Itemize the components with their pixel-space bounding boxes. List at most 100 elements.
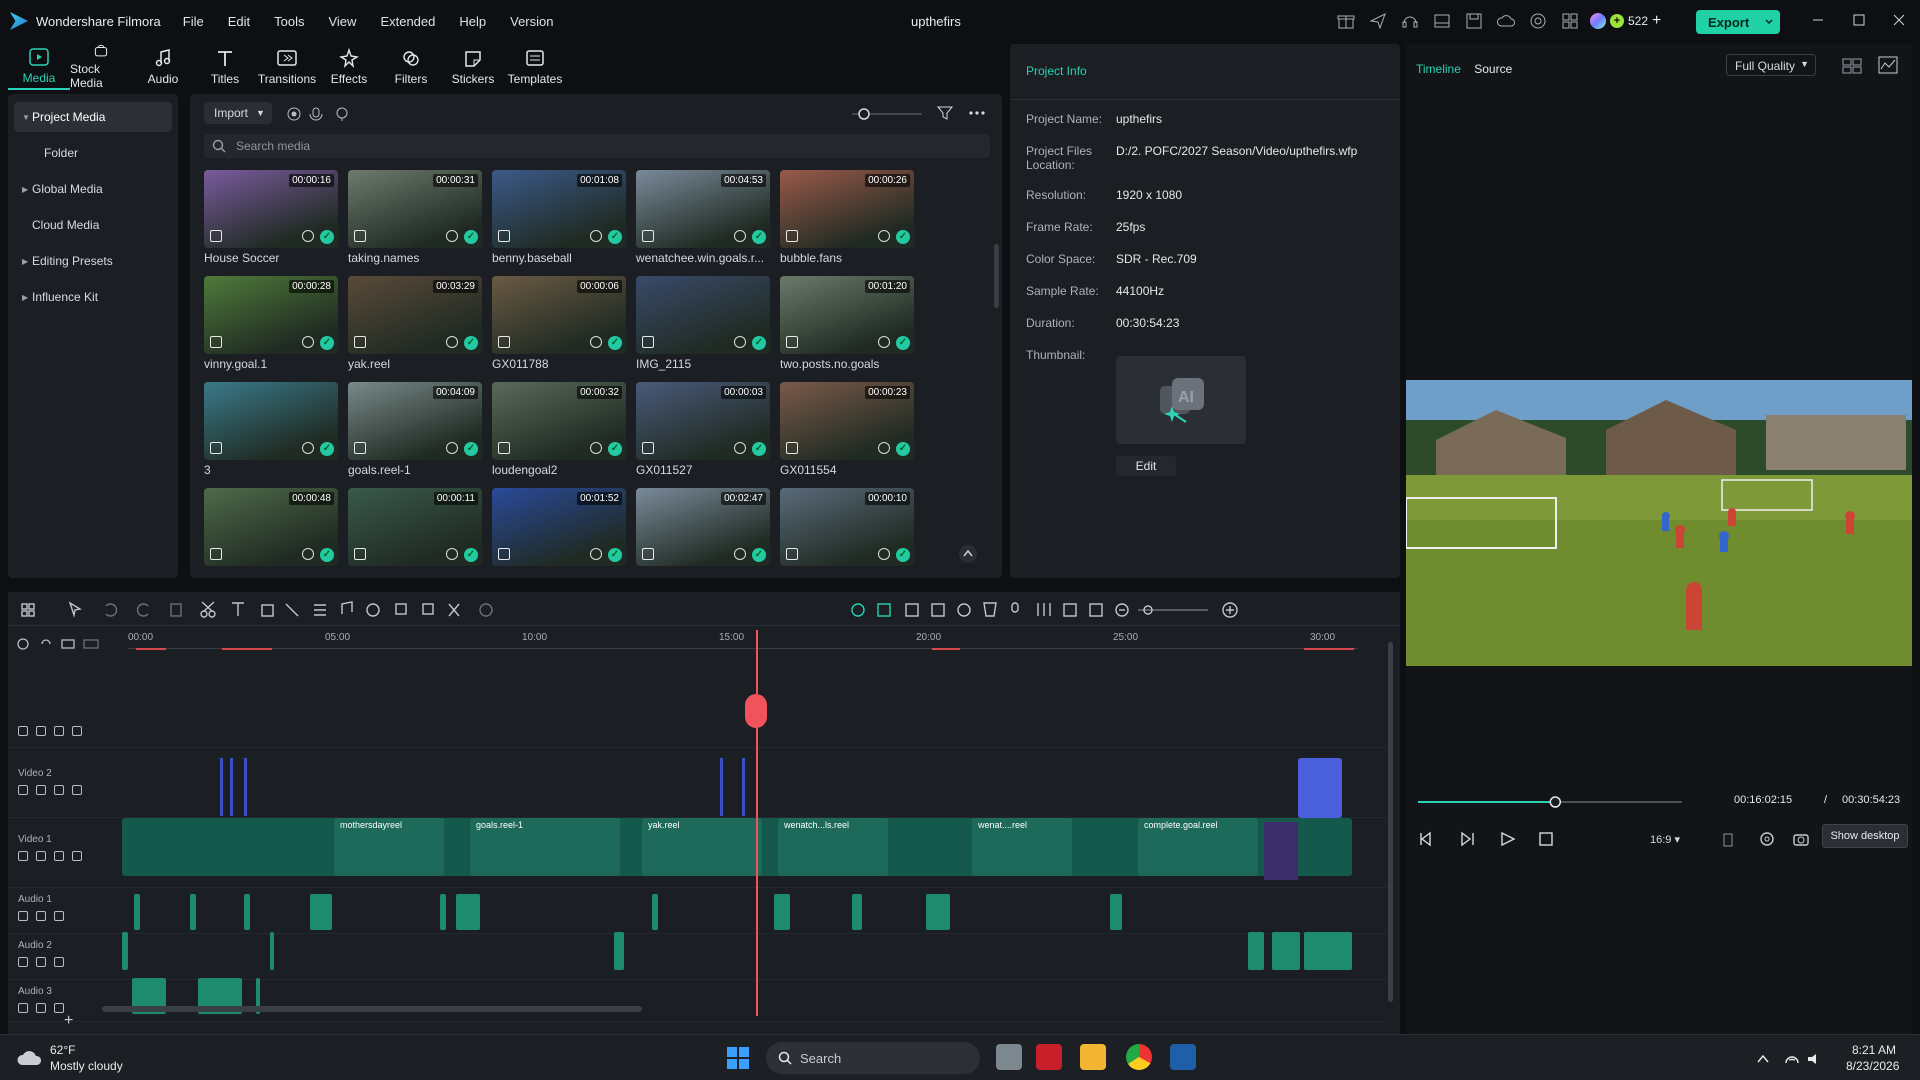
thumbnail-image[interactable]: 00:00:26 ✓ — [780, 170, 914, 248]
thumbnail-image[interactable]: 00:01:52 ✓ — [492, 488, 626, 566]
tab-source[interactable]: Source — [1474, 62, 1512, 76]
menu-tools[interactable]: Tools — [274, 14, 304, 29]
gift-icon[interactable] — [1336, 11, 1356, 31]
media-thumbnail[interactable]: 00:00:23 ✓ GX011554 — [780, 382, 914, 482]
media-thumbnail[interactable]: ✓ IMG_2115 — [636, 276, 770, 376]
thumbnail-image[interactable]: 00:00:23 ✓ — [780, 382, 914, 460]
tool-audio[interactable]: Audio — [132, 44, 194, 90]
import-button[interactable]: Import ▼ — [204, 102, 272, 124]
media-thumbnail[interactable]: 00:00:28 ✓ vinny.goal.1 — [204, 276, 338, 376]
media-thumbnail[interactable]: 00:00:06 ✓ GX011788 — [492, 276, 626, 376]
track-controls[interactable] — [18, 911, 120, 921]
windows-start-icon[interactable] — [726, 1046, 750, 1070]
tool-templates[interactable]: Templates — [504, 44, 566, 90]
track-controls[interactable] — [18, 726, 120, 736]
edit-thumbnail-button[interactable]: Edit — [1116, 456, 1176, 476]
sidebar-item-global-media[interactable]: ▶ Global Media — [14, 174, 172, 204]
thumbnail-image[interactable]: 00:00:06 ✓ — [492, 276, 626, 354]
chevron-down-icon[interactable] — [1764, 15, 1774, 29]
video-clip[interactable]: wenat....reel — [972, 818, 1072, 876]
save-icon[interactable] — [1464, 11, 1484, 31]
scroll-top-icon[interactable] — [958, 544, 978, 564]
media-thumbnail[interactable]: 00:00:03 ✓ GX011527 — [636, 382, 770, 482]
filmora-taskbar-icon[interactable] — [1170, 1044, 1196, 1070]
tool-stickers[interactable]: Stickers — [442, 44, 504, 90]
sidebar-item-editing-presets[interactable]: ▶ Editing Presets — [14, 246, 172, 276]
media-thumbnail[interactable]: 00:02:47 ✓ — [636, 488, 770, 588]
thumbnail-image[interactable]: 00:00:32 ✓ — [492, 382, 626, 460]
thumbnail-preview[interactable]: AI — [1116, 356, 1246, 444]
minimize-icon[interactable] — [1810, 12, 1826, 28]
video-clip[interactable]: mothersdayreel — [334, 818, 444, 876]
playhead-handle-scissors-icon[interactable] — [745, 694, 767, 728]
chrome-icon[interactable] — [1126, 1044, 1152, 1070]
media-thumbnail[interactable]: 00:00:26 ✓ bubble.fans — [780, 170, 914, 270]
thumbnail-image[interactable]: ✓ — [204, 382, 338, 460]
media-thumbnail[interactable]: 00:04:53 ✓ wenatchee.win.goals.r... — [636, 170, 770, 270]
sidebar-item-cloud-media[interactable]: Cloud Media — [14, 210, 172, 240]
more-icon[interactable] — [968, 104, 986, 122]
music-clip[interactable] — [1272, 932, 1300, 970]
vertical-scrollbar[interactable] — [1388, 642, 1393, 1002]
taskbar-search[interactable]: Search — [766, 1042, 980, 1074]
media-thumbnail[interactable]: 00:00:31 ✓ taking.names — [348, 170, 482, 270]
playback-progress[interactable] — [1418, 796, 1682, 808]
media-thumbnail[interactable]: 00:04:09 ✓ goals.reel-1 — [348, 382, 482, 482]
tool-media[interactable]: Media — [8, 44, 70, 90]
media-thumbnail[interactable]: 00:03:29 ✓ yak.reel — [348, 276, 482, 376]
thumbnail-image[interactable]: 00:00:48 ✓ — [204, 488, 338, 566]
file-explorer-icon[interactable] — [1080, 1044, 1106, 1070]
sidebar-item-influence-kit[interactable]: ▶ Influence Kit — [14, 282, 172, 312]
thumbnail-image[interactable]: 00:03:29 ✓ — [348, 276, 482, 354]
video-clip[interactable]: goals.reel-1 — [470, 818, 620, 876]
cloud-upload-icon[interactable] — [1496, 11, 1516, 31]
track-controls[interactable] — [18, 957, 120, 967]
export-button[interactable]: Export — [1696, 10, 1780, 34]
media-thumbnail[interactable]: ✓ 3 — [204, 382, 338, 482]
menu-file[interactable]: File — [183, 14, 204, 29]
mcafee-icon[interactable] — [1036, 1044, 1062, 1070]
playhead[interactable] — [756, 630, 758, 1016]
media-thumbnail[interactable]: 00:00:32 ✓ loudengoal2 — [492, 382, 626, 482]
thumbnail-image[interactable]: 00:00:31 ✓ — [348, 170, 482, 248]
task-view-icon[interactable] — [996, 1044, 1022, 1070]
timeline-ruler[interactable]: 00:00 05:00 10:00 15:00 20:00 25:00 30:0… — [128, 632, 1358, 654]
thumbnail-image[interactable]: 00:04:53 ✓ — [636, 170, 770, 248]
quality-dropdown[interactable]: Full Quality ▼ — [1726, 54, 1816, 76]
aspect-ratio-dropdown[interactable]: 16:9 ▾ — [1650, 833, 1680, 846]
send-icon[interactable] — [1368, 11, 1388, 31]
menu-version[interactable]: Version — [510, 14, 553, 29]
media-thumbnail[interactable]: 00:00:11 ✓ — [348, 488, 482, 588]
thumbnail-image[interactable]: 00:00:28 ✓ — [204, 276, 338, 354]
scopes-icon[interactable] — [1878, 56, 1898, 74]
add-credits-icon[interactable]: + — [1652, 12, 1661, 30]
filter-icon[interactable] — [936, 104, 954, 122]
support-icon[interactable] — [1528, 11, 1548, 31]
menu-edit[interactable]: Edit — [228, 14, 250, 29]
tool-titles[interactable]: Titles — [194, 44, 256, 90]
thumbnail-image[interactable]: ✓ — [636, 276, 770, 354]
tool-filters[interactable]: Filters — [380, 44, 442, 90]
video-clip[interactable]: yak.reel — [642, 818, 762, 876]
search-media-input[interactable]: Search media — [204, 134, 990, 158]
grid-view-icon[interactable] — [1842, 58, 1862, 74]
thumbnail-image[interactable]: 00:00:03 ✓ — [636, 382, 770, 460]
video-preview[interactable] — [1406, 380, 1912, 666]
media-thumbnail[interactable]: 00:00:48 ✓ — [204, 488, 338, 588]
settings-gear-icon[interactable] — [1758, 830, 1776, 848]
mark-icon[interactable] — [1722, 832, 1734, 848]
headset-icon[interactable] — [1400, 11, 1420, 31]
horizontal-scrollbar[interactable] — [102, 1006, 642, 1012]
sidebar-item-folder[interactable]: Folder — [14, 138, 172, 168]
thumbnail-image[interactable]: 00:01:08 ✓ — [492, 170, 626, 248]
video-clip[interactable]: wenatch...ls.reel — [778, 818, 888, 876]
media-thumbnail[interactable]: 00:00:10 ✓ — [780, 488, 914, 588]
track-controls[interactable] — [18, 785, 120, 795]
media-thumbnail[interactable]: 00:01:08 ✓ benny.baseball — [492, 170, 626, 270]
thumbnail-image[interactable]: 00:04:09 ✓ — [348, 382, 482, 460]
credits-area[interactable]: + 522 + — [1590, 10, 1661, 32]
media-thumbnail[interactable]: 00:01:52 ✓ — [492, 488, 626, 588]
music-clip[interactable] — [926, 894, 950, 930]
add-track-icon[interactable]: + — [64, 1012, 73, 1030]
tool-stock-media[interactable]: Stock Media — [70, 44, 132, 90]
